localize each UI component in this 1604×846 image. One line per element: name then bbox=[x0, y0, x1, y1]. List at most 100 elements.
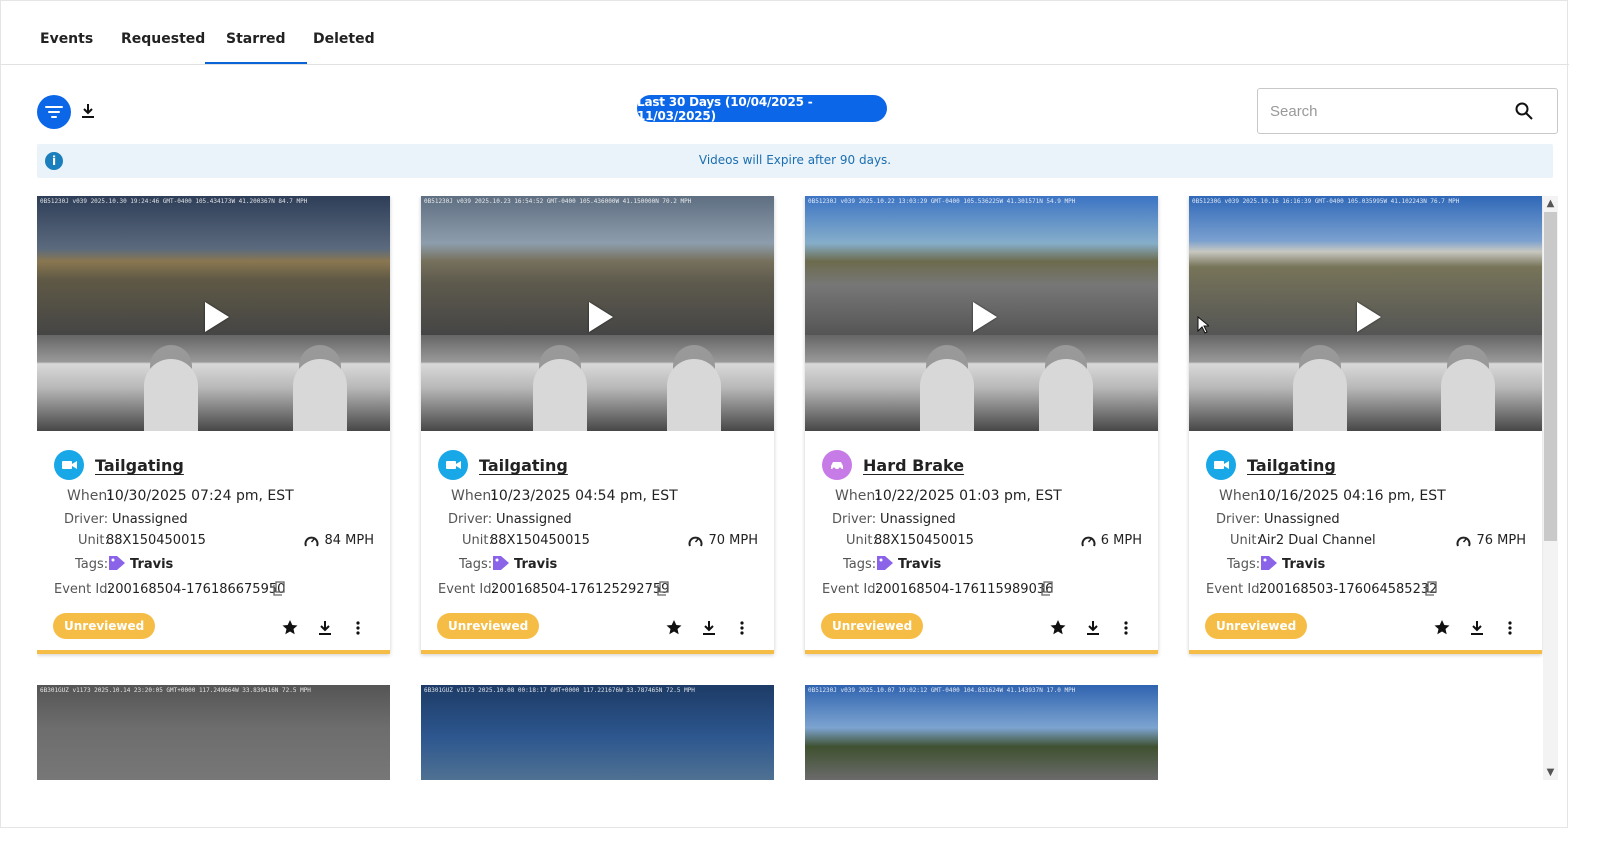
speedometer-icon bbox=[689, 536, 703, 546]
unit-value: 88X150450015 bbox=[106, 533, 206, 548]
event-time: 10/30/2025 07:24 pm, EST bbox=[106, 488, 294, 504]
mouse-cursor-icon bbox=[1197, 316, 1209, 334]
video-thumbnail[interactable]: 0B51230J v039 2025.10.22 13:03:29 GMT-04… bbox=[805, 196, 1158, 431]
event-type-link[interactable]: Hard Brake bbox=[863, 456, 964, 475]
download-icon bbox=[319, 621, 331, 635]
copy-icon[interactable] bbox=[657, 581, 669, 596]
tag-icon bbox=[877, 556, 893, 570]
event-time: 10/22/2025 01:03 pm, EST bbox=[874, 488, 1062, 504]
driver-label: Driver: bbox=[448, 512, 493, 527]
play-icon[interactable] bbox=[205, 302, 229, 332]
star-button[interactable] bbox=[1048, 618, 1068, 638]
scrollbar-thumb[interactable] bbox=[1544, 212, 1557, 541]
scroll-down-icon[interactable]: ▼ bbox=[1543, 765, 1558, 780]
download-icon bbox=[703, 621, 715, 635]
download-video-button[interactable] bbox=[315, 618, 335, 638]
speedometer-icon bbox=[1457, 536, 1471, 546]
tab-events[interactable]: Events bbox=[40, 31, 93, 47]
driver-label: Driver: bbox=[64, 512, 109, 527]
more-options-button[interactable] bbox=[1116, 618, 1136, 638]
star-icon bbox=[282, 620, 298, 635]
play-icon[interactable] bbox=[589, 302, 613, 332]
search-icon[interactable] bbox=[1515, 102, 1533, 120]
event-type-link[interactable]: Tailgating bbox=[479, 456, 568, 475]
scroll-up-icon[interactable]: ▲ bbox=[1543, 196, 1558, 211]
event-id-label: Event Id: bbox=[1206, 582, 1264, 597]
more-vertical-icon bbox=[1124, 621, 1128, 635]
event-card[interactable]: 0B51230J v039 2025.10.30 19:24:46 GMT-04… bbox=[37, 196, 390, 654]
event-time: 10/23/2025 04:54 pm, EST bbox=[490, 488, 678, 504]
more-vertical-icon bbox=[356, 621, 360, 635]
star-button[interactable] bbox=[1432, 618, 1452, 638]
more-options-button[interactable] bbox=[348, 618, 368, 638]
search-input[interactable] bbox=[1270, 98, 1510, 124]
car-brake-icon bbox=[822, 450, 852, 480]
driver-label: Driver: bbox=[1216, 512, 1261, 527]
video-thumbnail-preview[interactable]: 6B301GUZ v1173 2025.10.08 00:18:17 GMT+0… bbox=[421, 685, 774, 780]
more-vertical-icon bbox=[740, 621, 744, 635]
video-overlay-text: 6B301GUZ v1173 2025.10.14 23:20:05 GMT+0… bbox=[40, 687, 311, 694]
event-type-link[interactable]: Tailgating bbox=[1247, 456, 1336, 475]
speedometer-icon bbox=[305, 536, 319, 546]
download-video-button[interactable] bbox=[699, 618, 719, 638]
event-id-value: 200168503-176064585232 bbox=[1259, 582, 1438, 597]
driver-label: Driver: bbox=[832, 512, 877, 527]
date-range-filter[interactable]: Last 30 Days (10/04/2025 - 11/03/2025) bbox=[637, 95, 887, 123]
copy-icon[interactable] bbox=[273, 581, 285, 596]
star-button[interactable] bbox=[664, 618, 684, 638]
starred-events-page: Events Requested Starred Deleted Last 30… bbox=[0, 0, 1569, 828]
event-id-value: 200168504-176125292759 bbox=[491, 582, 670, 597]
play-icon[interactable] bbox=[1357, 302, 1381, 332]
copy-icon[interactable] bbox=[1425, 581, 1437, 596]
video-thumbnail[interactable]: 0B51230J v039 2025.10.30 19:24:46 GMT-04… bbox=[37, 196, 390, 431]
camera-icon bbox=[438, 450, 468, 480]
download-video-button[interactable] bbox=[1467, 618, 1487, 638]
copy-icon[interactable] bbox=[1041, 581, 1053, 596]
event-id-label: Event Id: bbox=[822, 582, 880, 597]
filter-icon bbox=[45, 106, 63, 118]
download-video-button[interactable] bbox=[1083, 618, 1103, 638]
tag-value: Travis bbox=[898, 557, 942, 572]
event-type-link[interactable]: Tailgating bbox=[95, 456, 184, 475]
status-badge: Unreviewed bbox=[821, 613, 924, 639]
event-card[interactable]: 0B51230G v039 2025.10.16 16:16:39 GMT-04… bbox=[1189, 196, 1542, 654]
play-icon[interactable] bbox=[973, 302, 997, 332]
video-thumbnail[interactable]: 0B51230J v039 2025.10.23 16:54:52 GMT-04… bbox=[421, 196, 774, 431]
more-options-button[interactable] bbox=[1500, 618, 1520, 638]
speed-value: 6 MPH bbox=[1081, 533, 1142, 548]
tab-requested[interactable]: Requested bbox=[121, 31, 205, 47]
star-icon bbox=[666, 620, 682, 635]
vertical-scrollbar[interactable]: ▲ ▼ bbox=[1543, 196, 1558, 780]
video-thumbnail-preview[interactable]: 6B301GUZ v1173 2025.10.14 23:20:05 GMT+0… bbox=[37, 685, 390, 780]
star-icon bbox=[1050, 620, 1066, 635]
video-overlay-text: 0B51230J v039 2025.10.23 16:54:52 GMT-04… bbox=[424, 198, 692, 205]
video-overlay-text: 0B51230J v039 2025.10.30 19:24:46 GMT-04… bbox=[40, 198, 308, 205]
event-id-value: 200168504-176115989036 bbox=[875, 582, 1054, 597]
search-box[interactable] bbox=[1257, 88, 1558, 134]
status-badge: Unreviewed bbox=[1205, 613, 1308, 639]
driver-value: Unassigned bbox=[112, 512, 188, 527]
event-time: 10/16/2025 04:16 pm, EST bbox=[1258, 488, 1446, 504]
speed-value: 84 MPH bbox=[304, 533, 374, 548]
driver-value: Unassigned bbox=[880, 512, 956, 527]
tags-label: Tags: bbox=[75, 557, 109, 572]
status-badge: Unreviewed bbox=[53, 613, 156, 639]
star-button[interactable] bbox=[280, 618, 300, 638]
event-id-label: Event Id: bbox=[54, 582, 112, 597]
tags-label: Tags: bbox=[843, 557, 877, 572]
event-card[interactable]: 0B51230J v039 2025.10.22 13:03:29 GMT-04… bbox=[805, 196, 1158, 654]
speed-value: 76 MPH bbox=[1456, 533, 1526, 548]
event-tabs: Events Requested Starred Deleted bbox=[1, 1, 1569, 65]
filter-button[interactable] bbox=[37, 95, 71, 129]
tag-value: Travis bbox=[514, 557, 558, 572]
video-thumbnail[interactable]: 0B51230G v039 2025.10.16 16:16:39 GMT-04… bbox=[1189, 196, 1542, 431]
download-button[interactable] bbox=[79, 102, 97, 120]
video-overlay-text: 0B51230J v039 2025.10.07 19:02:12 GMT-04… bbox=[808, 687, 1076, 694]
tab-deleted[interactable]: Deleted bbox=[313, 31, 375, 47]
video-thumbnail-preview[interactable]: 0B51230J v039 2025.10.07 19:02:12 GMT-04… bbox=[805, 685, 1158, 780]
speedometer-icon bbox=[1081, 536, 1096, 546]
event-card[interactable]: 0B51230J v039 2025.10.23 16:54:52 GMT-04… bbox=[421, 196, 774, 654]
more-options-button[interactable] bbox=[732, 618, 752, 638]
more-vertical-icon bbox=[1508, 621, 1512, 635]
tab-starred[interactable]: Starred bbox=[205, 31, 306, 64]
